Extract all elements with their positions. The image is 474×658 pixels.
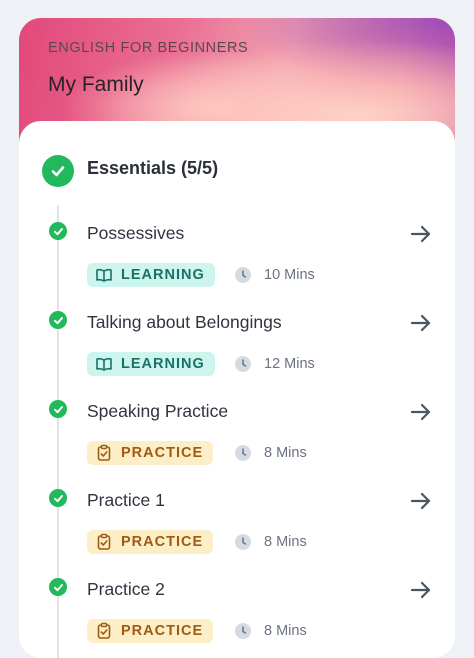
lesson-duration: 12 Mins: [264, 356, 315, 372]
check-circle-icon: [42, 155, 74, 187]
lesson-item-practice-2[interactable]: Practice 2 PRACTICE 8 Mins: [19, 578, 455, 658]
arrow-right-icon[interactable]: [409, 578, 433, 602]
lesson-card: ENGLISH FOR BEGINNERS My Family Essentia…: [19, 18, 455, 658]
lesson-type-badge: PRACTICE: [87, 441, 214, 465]
lesson-duration: 10 Mins: [264, 267, 315, 283]
check-icon: [49, 400, 67, 418]
lesson-title: Speaking Practice: [87, 401, 229, 421]
lesson-title: Possessives: [87, 223, 185, 243]
clipboard-check-icon: [97, 622, 111, 639]
lesson-title: Practice 2: [87, 579, 165, 599]
lesson-type-label: PRACTICE: [121, 445, 204, 461]
course-title: My Family: [48, 73, 144, 96]
lesson-type-label: PRACTICE: [121, 534, 204, 550]
section-title: Essentials (5/5): [87, 158, 219, 178]
lesson-duration: 8 Mins: [264, 623, 307, 639]
check-icon: [49, 578, 67, 596]
clock-icon: [235, 356, 251, 372]
section-panel: Essentials (5/5) Possessives LEARNING 10…: [19, 121, 455, 658]
lesson-item-speaking-practice[interactable]: Speaking Practice PRACTICE 8 Mins: [19, 400, 455, 490]
clipboard-check-icon: [97, 444, 111, 461]
lesson-type-badge: PRACTICE: [87, 530, 214, 554]
book-open-icon: [96, 268, 112, 282]
lesson-title: Practice 1: [87, 490, 165, 510]
lesson-duration: 8 Mins: [264, 534, 307, 550]
lesson-type-badge: LEARNING: [87, 263, 215, 287]
check-icon: [49, 311, 67, 329]
arrow-right-icon[interactable]: [409, 222, 433, 246]
arrow-right-icon[interactable]: [409, 489, 433, 513]
lesson-item-possessives[interactable]: Possessives LEARNING 10 Mins: [19, 222, 455, 312]
arrow-right-icon[interactable]: [409, 400, 433, 424]
check-icon: [49, 222, 67, 240]
lesson-type-badge: PRACTICE: [87, 619, 214, 643]
clock-icon: [235, 623, 251, 639]
check-icon: [49, 489, 67, 507]
clock-icon: [235, 445, 251, 461]
clock-icon: [235, 267, 251, 283]
lesson-type-badge: LEARNING: [87, 352, 215, 376]
lesson-title: Talking about Belongings: [87, 312, 282, 332]
lesson-duration: 8 Mins: [264, 445, 307, 461]
clock-icon: [235, 534, 251, 550]
arrow-right-icon[interactable]: [409, 311, 433, 335]
lesson-type-label: LEARNING: [121, 267, 205, 283]
course-kicker: ENGLISH FOR BEGINNERS: [48, 40, 249, 56]
lesson-item-talking-about-belongings[interactable]: Talking about Belongings LEARNING 12 Min…: [19, 311, 455, 401]
lesson-type-label: PRACTICE: [121, 623, 204, 639]
book-open-icon: [96, 357, 112, 371]
lesson-type-label: LEARNING: [121, 356, 205, 372]
clipboard-check-icon: [97, 533, 111, 550]
lesson-item-practice-1[interactable]: Practice 1 PRACTICE 8 Mins: [19, 489, 455, 579]
